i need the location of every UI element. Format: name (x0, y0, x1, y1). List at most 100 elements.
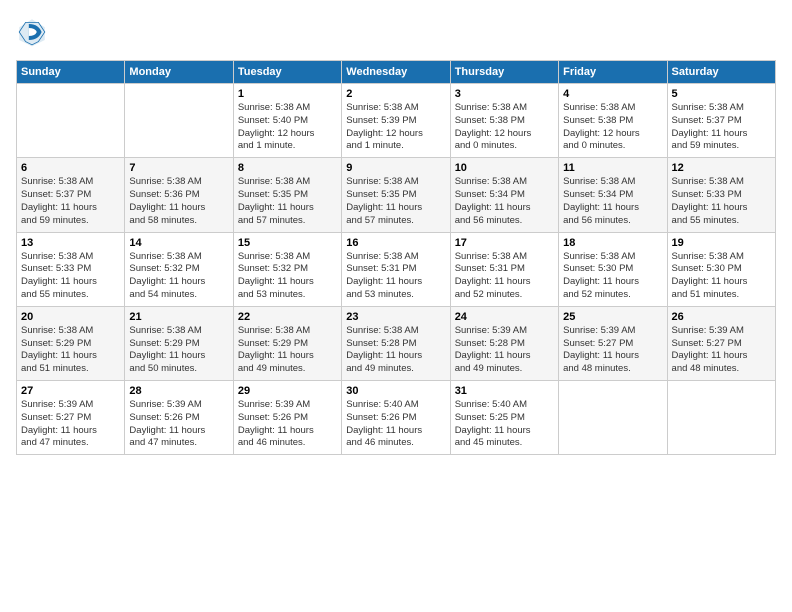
calendar-cell: 27 Sunrise: 5:39 AM Sunset: 5:27 PM Dayli… (17, 381, 125, 455)
day-number: 31 (455, 385, 554, 397)
calendar-cell: 21 Sunrise: 5:38 AM Sunset: 5:29 PM Dayli… (125, 306, 233, 380)
day-number: 15 (238, 237, 337, 249)
calendar-cell: 9 Sunrise: 5:38 AM Sunset: 5:35 PM Daylig… (342, 158, 450, 232)
day-number: 23 (346, 311, 445, 323)
calendar-cell: 20 Sunrise: 5:38 AM Sunset: 5:29 PM Dayli… (17, 306, 125, 380)
day-info: Sunrise: 5:39 AM Sunset: 5:26 PM Dayligh… (238, 399, 337, 450)
day-number: 22 (238, 311, 337, 323)
calendar-cell: 4 Sunrise: 5:38 AM Sunset: 5:38 PM Daylig… (559, 84, 667, 158)
day-info: Sunrise: 5:38 AM Sunset: 5:31 PM Dayligh… (346, 251, 445, 302)
day-number: 30 (346, 385, 445, 397)
weekday-header-wednesday: Wednesday (342, 61, 450, 84)
day-info: Sunrise: 5:38 AM Sunset: 5:34 PM Dayligh… (455, 176, 554, 227)
day-info: Sunrise: 5:38 AM Sunset: 5:36 PM Dayligh… (129, 176, 228, 227)
day-number: 8 (238, 162, 337, 174)
day-info: Sunrise: 5:38 AM Sunset: 5:29 PM Dayligh… (129, 325, 228, 376)
week-row-4: 20 Sunrise: 5:38 AM Sunset: 5:29 PM Dayli… (17, 306, 776, 380)
day-info: Sunrise: 5:38 AM Sunset: 5:32 PM Dayligh… (129, 251, 228, 302)
day-info: Sunrise: 5:38 AM Sunset: 5:32 PM Dayligh… (238, 251, 337, 302)
logo (16, 16, 52, 48)
day-info: Sunrise: 5:38 AM Sunset: 5:35 PM Dayligh… (238, 176, 337, 227)
weekday-header-tuesday: Tuesday (233, 61, 341, 84)
day-number: 21 (129, 311, 228, 323)
calendar-cell: 25 Sunrise: 5:39 AM Sunset: 5:27 PM Dayli… (559, 306, 667, 380)
day-number: 28 (129, 385, 228, 397)
day-info: Sunrise: 5:39 AM Sunset: 5:26 PM Dayligh… (129, 399, 228, 450)
day-info: Sunrise: 5:38 AM Sunset: 5:38 PM Dayligh… (563, 102, 662, 153)
day-number: 12 (672, 162, 771, 174)
calendar-cell: 14 Sunrise: 5:38 AM Sunset: 5:32 PM Dayli… (125, 232, 233, 306)
day-info: Sunrise: 5:38 AM Sunset: 5:34 PM Dayligh… (563, 176, 662, 227)
calendar-cell: 11Sunrise: 5:38 AM Sunset: 5:34 PM Dayli… (559, 158, 667, 232)
calendar-cell: 17Sunrise: 5:38 AM Sunset: 5:31 PM Dayli… (450, 232, 558, 306)
calendar-cell: 7 Sunrise: 5:38 AM Sunset: 5:36 PM Daylig… (125, 158, 233, 232)
calendar-cell: 22 Sunrise: 5:38 AM Sunset: 5:29 PM Dayli… (233, 306, 341, 380)
day-number: 24 (455, 311, 554, 323)
week-row-3: 13 Sunrise: 5:38 AM Sunset: 5:33 PM Dayli… (17, 232, 776, 306)
week-row-2: 6Sunrise: 5:38 AM Sunset: 5:37 PM Daylig… (17, 158, 776, 232)
day-number: 25 (563, 311, 662, 323)
day-info: Sunrise: 5:38 AM Sunset: 5:38 PM Dayligh… (455, 102, 554, 153)
day-info: Sunrise: 5:38 AM Sunset: 5:37 PM Dayligh… (672, 102, 771, 153)
day-info: Sunrise: 5:38 AM Sunset: 5:30 PM Dayligh… (563, 251, 662, 302)
day-info: Sunrise: 5:38 AM Sunset: 5:33 PM Dayligh… (21, 251, 120, 302)
day-number: 1 (238, 88, 337, 100)
calendar-cell (17, 84, 125, 158)
week-row-1: 1 Sunrise: 5:38 AM Sunset: 5:40 PM Daylig… (17, 84, 776, 158)
day-info: Sunrise: 5:38 AM Sunset: 5:30 PM Dayligh… (672, 251, 771, 302)
week-row-5: 27 Sunrise: 5:39 AM Sunset: 5:27 PM Dayli… (17, 381, 776, 455)
day-number: 16 (346, 237, 445, 249)
day-info: Sunrise: 5:38 AM Sunset: 5:31 PM Dayligh… (455, 251, 554, 302)
page-header (16, 16, 776, 48)
calendar-cell: 10 Sunrise: 5:38 AM Sunset: 5:34 PM Dayli… (450, 158, 558, 232)
calendar-cell: 6Sunrise: 5:38 AM Sunset: 5:37 PM Daylig… (17, 158, 125, 232)
calendar-cell: 19 Sunrise: 5:38 AM Sunset: 5:30 PM Dayli… (667, 232, 775, 306)
calendar-cell: 24 Sunrise: 5:39 AM Sunset: 5:28 PM Dayli… (450, 306, 558, 380)
weekday-header-sunday: Sunday (17, 61, 125, 84)
day-number: 4 (563, 88, 662, 100)
weekday-header-thursday: Thursday (450, 61, 558, 84)
day-info: Sunrise: 5:38 AM Sunset: 5:29 PM Dayligh… (238, 325, 337, 376)
calendar-cell: 18 Sunrise: 5:38 AM Sunset: 5:30 PM Dayli… (559, 232, 667, 306)
calendar-cell: 12Sunrise: 5:38 AM Sunset: 5:33 PM Dayli… (667, 158, 775, 232)
day-info: Sunrise: 5:39 AM Sunset: 5:27 PM Dayligh… (21, 399, 120, 450)
day-info: Sunrise: 5:38 AM Sunset: 5:35 PM Dayligh… (346, 176, 445, 227)
day-info: Sunrise: 5:38 AM Sunset: 5:29 PM Dayligh… (21, 325, 120, 376)
calendar-cell (559, 381, 667, 455)
day-info: Sunrise: 5:39 AM Sunset: 5:27 PM Dayligh… (563, 325, 662, 376)
day-info: Sunrise: 5:40 AM Sunset: 5:26 PM Dayligh… (346, 399, 445, 450)
day-number: 29 (238, 385, 337, 397)
day-number: 7 (129, 162, 228, 174)
day-number: 26 (672, 311, 771, 323)
weekday-header-monday: Monday (125, 61, 233, 84)
calendar-cell: 1 Sunrise: 5:38 AM Sunset: 5:40 PM Daylig… (233, 84, 341, 158)
logo-icon (16, 16, 48, 48)
day-info: Sunrise: 5:38 AM Sunset: 5:37 PM Dayligh… (21, 176, 120, 227)
calendar-cell: 30 Sunrise: 5:40 AM Sunset: 5:26 PM Dayli… (342, 381, 450, 455)
day-number: 18 (563, 237, 662, 249)
day-number: 14 (129, 237, 228, 249)
weekday-header-saturday: Saturday (667, 61, 775, 84)
calendar-cell: 16 Sunrise: 5:38 AM Sunset: 5:31 PM Dayli… (342, 232, 450, 306)
calendar-cell: 28 Sunrise: 5:39 AM Sunset: 5:26 PM Dayli… (125, 381, 233, 455)
day-number: 9 (346, 162, 445, 174)
calendar-cell: 31Sunrise: 5:40 AM Sunset: 5:25 PM Dayli… (450, 381, 558, 455)
day-number: 2 (346, 88, 445, 100)
day-info: Sunrise: 5:39 AM Sunset: 5:28 PM Dayligh… (455, 325, 554, 376)
calendar-cell: 26 Sunrise: 5:39 AM Sunset: 5:27 PM Dayli… (667, 306, 775, 380)
day-number: 10 (455, 162, 554, 174)
calendar-cell: 5Sunrise: 5:38 AM Sunset: 5:37 PM Daylig… (667, 84, 775, 158)
day-number: 19 (672, 237, 771, 249)
calendar-cell: 8 Sunrise: 5:38 AM Sunset: 5:35 PM Daylig… (233, 158, 341, 232)
day-number: 27 (21, 385, 120, 397)
day-info: Sunrise: 5:39 AM Sunset: 5:27 PM Dayligh… (672, 325, 771, 376)
weekday-header-friday: Friday (559, 61, 667, 84)
day-info: Sunrise: 5:38 AM Sunset: 5:40 PM Dayligh… (238, 102, 337, 153)
day-number: 20 (21, 311, 120, 323)
day-info: Sunrise: 5:38 AM Sunset: 5:28 PM Dayligh… (346, 325, 445, 376)
calendar-cell: 23 Sunrise: 5:38 AM Sunset: 5:28 PM Dayli… (342, 306, 450, 380)
calendar: SundayMondayTuesdayWednesdayThursdayFrid… (16, 60, 776, 455)
day-number: 13 (21, 237, 120, 249)
calendar-cell: 13 Sunrise: 5:38 AM Sunset: 5:33 PM Dayli… (17, 232, 125, 306)
calendar-cell (667, 381, 775, 455)
